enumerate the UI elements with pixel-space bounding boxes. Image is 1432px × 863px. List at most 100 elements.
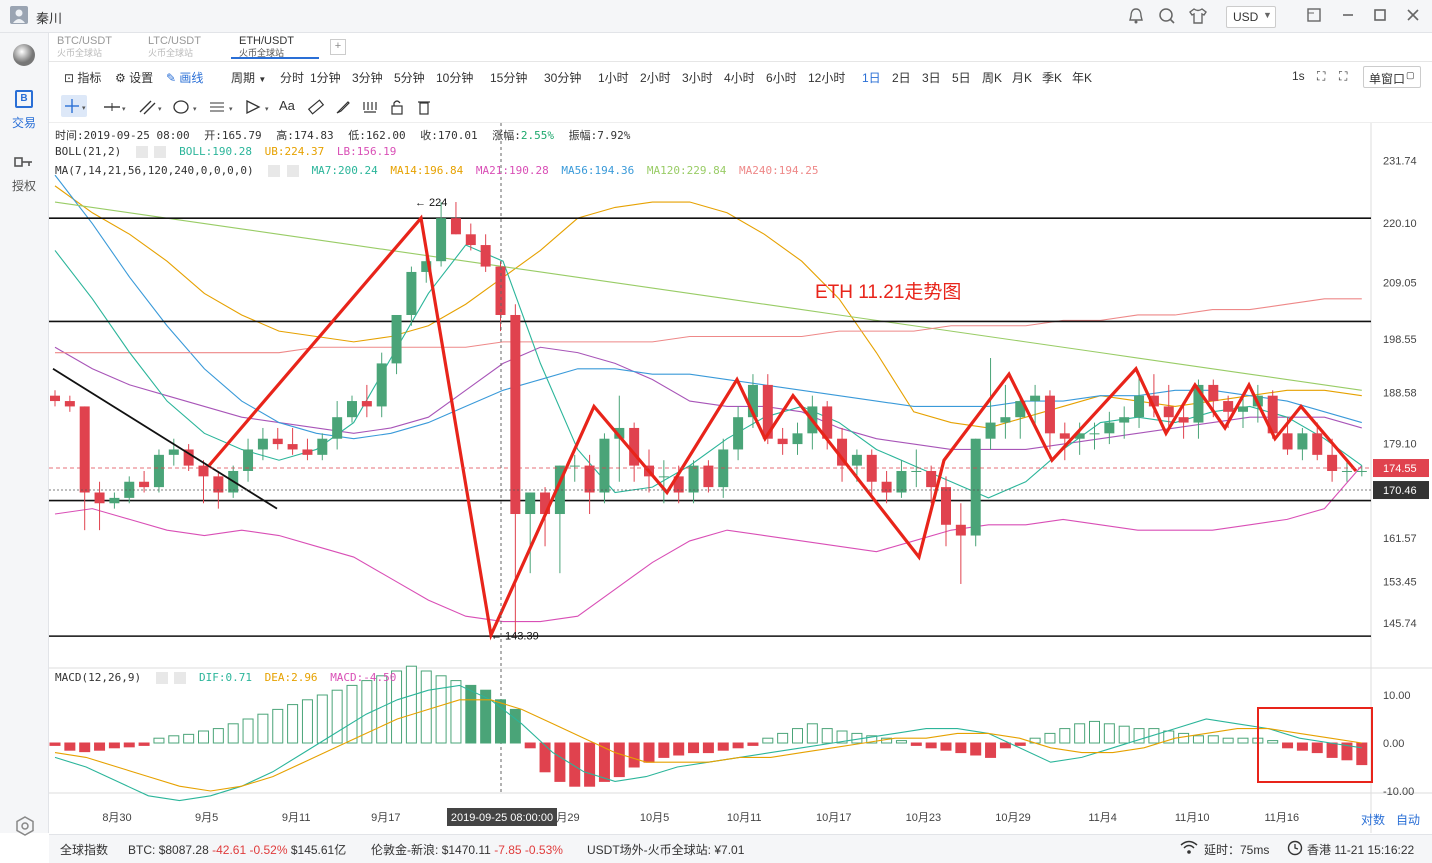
open-label: 开: [204,129,222,142]
tab-eth-usdt[interactable]: ETH/USDT 火币全球站 [231,35,319,59]
period-option[interactable]: 10分钟 [436,69,473,86]
period-option[interactable]: 周K [982,69,1002,86]
period-option[interactable]: 5日 [952,69,971,86]
pattern-tool-icon[interactable]: ▾ [243,98,273,119]
period-option[interactable]: 1小时 [598,69,629,86]
refresh-interval[interactable]: 1s [1292,69,1305,83]
eye-icon[interactable] [135,146,148,158]
macd-bar [702,742,714,754]
change-value: 2.55% [520,129,554,142]
window-mode-select[interactable]: 单窗口 ▢ [1363,66,1421,88]
user-name: 秦川 [36,11,63,26]
period-option[interactable]: 30分钟 [544,69,581,86]
draw-button[interactable]: ✎ 画线 [166,69,203,86]
eye-icon[interactable] [155,672,168,684]
candle-body [851,454,862,466]
settings-hex-icon[interactable] [14,815,36,837]
period-option[interactable]: 月K [1012,69,1032,86]
sidebar-item-auth[interactable]: 授权 [0,151,48,197]
period-option[interactable]: 2小时 [640,69,671,86]
indicator-button[interactable]: ⊡ 指标 [64,69,101,86]
maximize-icon[interactable] [1372,7,1388,23]
macd-legend: MACD(12,26,9) DIF:0.71 DEA:2.96 MACD:-4.… [55,671,396,684]
open-value: 165.79 [221,129,262,142]
close-icon[interactable] [154,146,167,158]
minimize-icon[interactable] [1340,7,1356,23]
period-option[interactable]: 5分钟 [394,69,425,86]
currency-select[interactable]: USD ▼ [1226,6,1276,28]
fullscreen-icon[interactable]: ⛶ [1317,69,1325,84]
sidebar-item-trade[interactable]: B 交易 [0,85,48,131]
macd-bar [1074,723,1086,744]
period-option[interactable]: 2日 [892,69,911,86]
close-icon[interactable] [174,672,187,684]
exit-fullscreen-icon[interactable]: ⛶ [1339,69,1347,84]
eye-icon[interactable] [268,165,281,177]
horizontal-line-tool-icon[interactable]: ▾ [101,98,127,119]
period-option[interactable]: 3日 [922,69,941,86]
period-option[interactable]: 年K [1072,69,1092,86]
parallel-line-tool-icon[interactable]: ▾ [137,98,163,119]
period-dropdown[interactable]: 周期 ▼ [231,69,266,86]
text-tool-icon[interactable]: Aa [279,98,295,113]
bell-icon[interactable] [1126,6,1146,26]
kline-chart[interactable]: 231.74 220.10 209.05 198.55 188.58 179.10 170.… [49,123,1432,833]
current-price-label: 174.55 [1383,463,1417,475]
usdt-ticker[interactable]: USDT场外-火币全球站: ¥7.01 [587,841,744,858]
settings-button[interactable]: ⚙ 设置 [115,69,153,86]
period-option[interactable]: 3分钟 [352,69,383,86]
tab-ltc-usdt[interactable]: LTC/USDT 火币全球站 [140,35,228,59]
candle-body [406,271,417,315]
candle-body [153,454,164,488]
global-index-label[interactable]: 全球指数 [60,841,108,858]
globe-icon[interactable] [12,43,36,67]
title-bar: 秦川 USD ▼ [0,0,1432,33]
macd-bar [970,742,982,756]
macd-bar [138,742,150,746]
date-tick-label: 10月23 [906,812,941,824]
auto-scale-toggle[interactable]: 自动 [1396,811,1420,828]
period-option[interactable]: 3小时 [682,69,713,86]
period-option[interactable]: 分时 [280,69,304,86]
lock-tool-icon[interactable] [388,98,406,119]
period-option[interactable]: 季K [1042,69,1062,86]
macd-bar [1192,735,1204,744]
period-option[interactable]: 12小时 [808,69,845,86]
tab-btc-usdt[interactable]: BTC/USDT 火币全球站 [49,35,137,59]
add-tab-button[interactable]: + [330,39,346,55]
fib-tool-icon[interactable]: ▾ [207,98,237,119]
close-icon[interactable] [286,165,299,177]
log-scale-toggle[interactable]: 对数 [1361,811,1385,828]
brush-tool-icon[interactable] [334,98,352,119]
macd-bar [925,742,937,749]
period-option[interactable]: 6小时 [766,69,797,86]
period-option[interactable]: 4小时 [724,69,755,86]
candle-body [584,465,595,493]
candle-body [881,481,892,493]
period-option[interactable]: 1日 [862,69,881,86]
shirt-icon[interactable] [1188,6,1208,26]
period-option[interactable]: 1分钟 [310,69,341,86]
trash-icon[interactable] [415,98,433,119]
chart-icon: ⊡ [64,71,75,85]
candle-body [1044,395,1055,434]
search-icon[interactable] [1157,6,1177,26]
ellipse-tool-icon[interactable]: ▾ [171,98,201,119]
macd-bar [480,689,492,744]
macd-bar [732,742,744,749]
boll-lb: LB:156.19 [336,145,397,158]
kline-chart-area[interactable]: 231.74 220.10 209.05 198.55 188.58 179.10 170.… [49,123,1432,833]
macd-bar [673,742,685,756]
period-option[interactable]: 15分钟 [490,69,527,86]
btc-ticker[interactable]: BTC: $8087.28 -42.61 -0.52% $145.61亿 [128,841,346,858]
user-avatar[interactable] [10,6,28,24]
close-icon[interactable] [1405,7,1421,23]
period-label: 周期 [231,71,256,85]
ruler-tool-icon[interactable] [307,98,325,119]
chevron-down-icon: ▢ [1406,70,1415,80]
popout-icon[interactable] [1306,7,1322,23]
gold-ticker[interactable]: 伦敦金-新浪: $1470.11 -7.85 -0.53% [371,841,563,858]
crosshair-tool-icon[interactable]: ▾ [61,95,87,117]
magnet-tool-icon[interactable] [361,98,379,119]
date-tick-label: 11月16 [1264,812,1299,824]
